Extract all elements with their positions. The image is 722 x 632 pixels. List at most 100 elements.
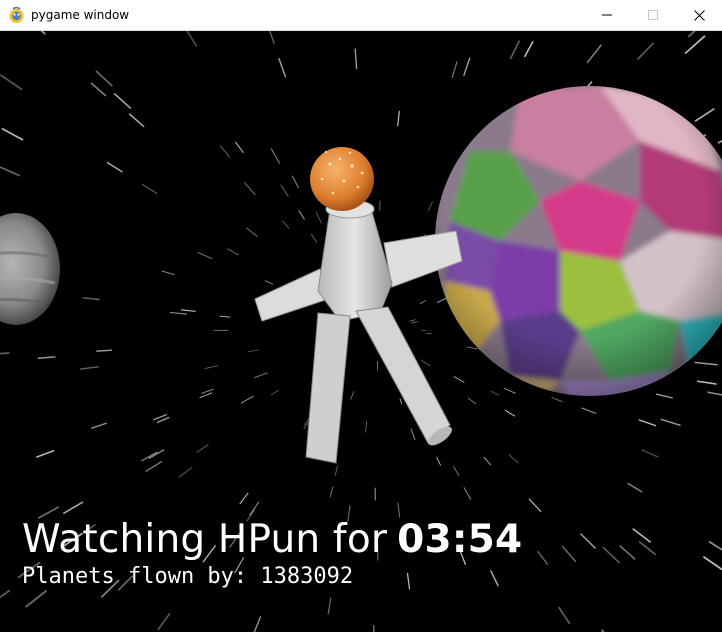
star-streak bbox=[707, 391, 722, 396]
minimize-icon bbox=[602, 14, 612, 16]
star-streak bbox=[310, 233, 318, 243]
title-bar[interactable]: pygame window bbox=[0, 0, 722, 31]
star-streak bbox=[227, 248, 239, 256]
close-button[interactable] bbox=[676, 0, 722, 30]
watching-timer-label: Watching HPun for 03:54 bbox=[22, 520, 522, 559]
star-streak bbox=[641, 449, 659, 458]
star-streak bbox=[586, 44, 602, 64]
star-streak bbox=[141, 451, 158, 462]
star-streak bbox=[580, 533, 596, 549]
star-streak bbox=[551, 397, 564, 403]
star-streak bbox=[169, 312, 188, 315]
star-streak bbox=[399, 398, 403, 405]
watching-prefix: Watching HPun for bbox=[22, 517, 388, 562]
star-streak bbox=[247, 349, 259, 353]
maximize-button[interactable] bbox=[630, 0, 676, 30]
star-streak bbox=[327, 597, 332, 615]
star-streak bbox=[37, 356, 56, 359]
star-streak bbox=[627, 482, 643, 493]
colorful-planet bbox=[435, 86, 722, 396]
pygame-snake-icon bbox=[9, 7, 24, 23]
star-streak bbox=[660, 418, 681, 426]
star-streak bbox=[708, 541, 722, 551]
star-streak bbox=[148, 449, 165, 459]
star-streak bbox=[694, 108, 715, 122]
star-streak bbox=[180, 309, 196, 312]
star-streak bbox=[298, 210, 305, 220]
star-streak bbox=[436, 297, 447, 303]
planets-count: 1383092 bbox=[260, 564, 354, 589]
star-streak bbox=[303, 418, 310, 426]
planets-flown-counter: Planets flown by: 1383092 bbox=[22, 566, 353, 588]
star-streak bbox=[246, 227, 258, 237]
star-streak bbox=[537, 551, 549, 566]
star-streak bbox=[561, 545, 577, 563]
star-streak bbox=[0, 352, 10, 355]
star-streak bbox=[79, 366, 100, 370]
star-streak bbox=[178, 466, 193, 478]
star-streak bbox=[63, 501, 84, 514]
star-streak bbox=[406, 572, 411, 590]
star-streak bbox=[694, 361, 718, 366]
star-streak bbox=[427, 201, 433, 212]
star-streak bbox=[186, 31, 198, 47]
star-streak bbox=[1, 128, 24, 141]
star-streak bbox=[453, 466, 460, 476]
star-streak bbox=[82, 297, 100, 301]
star-streak bbox=[466, 346, 478, 350]
star-streak bbox=[282, 220, 290, 229]
planets-label: Planets flown by: bbox=[22, 564, 248, 589]
star-streak bbox=[156, 416, 170, 423]
star-streak bbox=[113, 93, 132, 109]
minimize-button[interactable] bbox=[584, 0, 630, 30]
star-streak bbox=[410, 428, 416, 440]
star-streak bbox=[204, 365, 219, 370]
star-streak bbox=[96, 349, 113, 352]
star-streak bbox=[36, 450, 55, 458]
star-streak bbox=[420, 359, 431, 367]
star-streak bbox=[655, 393, 673, 399]
star-streak bbox=[632, 528, 651, 543]
star-streak bbox=[696, 380, 717, 385]
star-streak bbox=[0, 74, 23, 91]
star-streak bbox=[161, 270, 175, 276]
star-streak bbox=[106, 161, 123, 173]
star-streak bbox=[638, 541, 656, 556]
star-streak bbox=[490, 390, 500, 396]
close-icon bbox=[693, 9, 705, 21]
star-streak bbox=[508, 454, 519, 464]
star-streak bbox=[463, 487, 472, 500]
star-streak bbox=[90, 82, 107, 97]
star-streak bbox=[703, 556, 722, 571]
watch-timer: 03:54 bbox=[397, 517, 523, 562]
star-streak bbox=[239, 492, 249, 505]
window-title: pygame window bbox=[31, 8, 130, 22]
star-streak bbox=[503, 387, 516, 394]
star-streak bbox=[453, 376, 465, 383]
star-streak bbox=[467, 397, 477, 405]
rocket-figure bbox=[254, 147, 463, 464]
star-streak bbox=[234, 141, 244, 154]
star-streak bbox=[524, 41, 534, 58]
maximize-icon bbox=[648, 10, 658, 20]
gray-planet bbox=[0, 213, 60, 325]
pygame-window: pygame window Watching HPun for 03:54 Pl… bbox=[0, 0, 722, 632]
game-canvas[interactable]: Watching HPun for 03:54 Planets flown by:… bbox=[0, 31, 722, 632]
star-streak bbox=[365, 420, 368, 433]
star-streak bbox=[411, 321, 418, 324]
star-streak bbox=[95, 70, 113, 87]
star-streak bbox=[509, 40, 520, 60]
star-streak bbox=[240, 395, 254, 404]
star-streak bbox=[40, 31, 46, 35]
star-streak bbox=[490, 570, 499, 587]
star-streak bbox=[436, 457, 441, 466]
star-streak bbox=[528, 498, 542, 513]
star-streak bbox=[581, 407, 597, 414]
star-streak bbox=[397, 110, 400, 127]
star-streak bbox=[376, 360, 379, 371]
star-streak bbox=[602, 546, 620, 564]
star-streak bbox=[249, 501, 260, 516]
star-streak bbox=[463, 57, 471, 76]
star-streak bbox=[329, 486, 334, 498]
star-streak bbox=[291, 175, 299, 188]
